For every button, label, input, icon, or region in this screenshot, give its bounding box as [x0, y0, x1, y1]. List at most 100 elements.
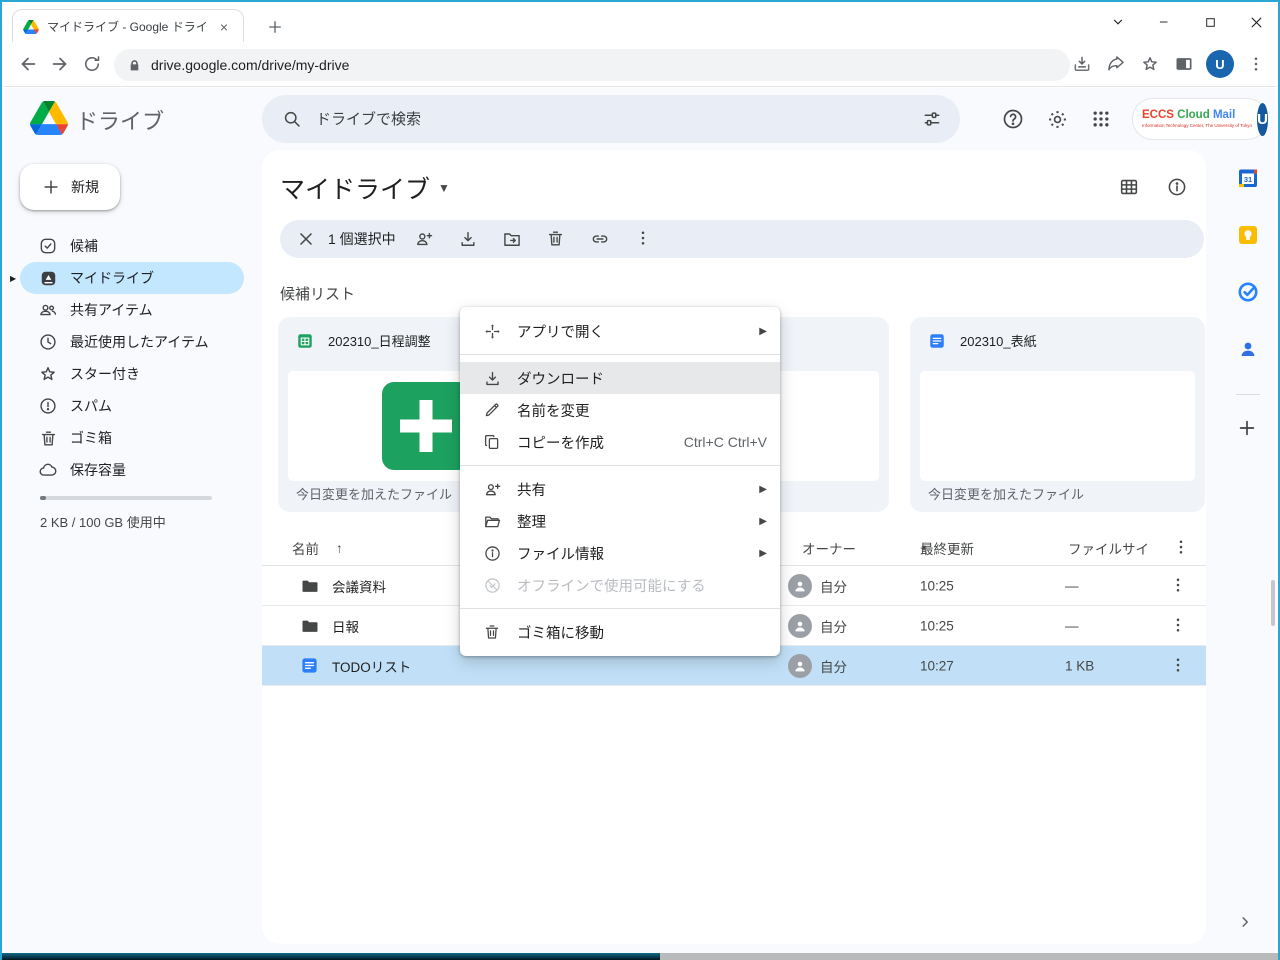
address-bar[interactable]: drive.google.com/drive/my-drive: [114, 49, 1070, 81]
menu-item-label: 共有: [517, 479, 546, 500]
window-minimize-button[interactable]: [1154, 12, 1174, 32]
side-panel-icon[interactable]: [1172, 52, 1196, 76]
owner-avatar-icon: [788, 614, 812, 638]
new-tab-button[interactable]: [262, 14, 288, 40]
search-icon[interactable]: [282, 109, 302, 129]
copy-link-icon[interactable]: [590, 229, 610, 249]
page-title[interactable]: マイドライブ: [280, 170, 430, 206]
scrollbar-thumb[interactable]: [1271, 580, 1275, 626]
sidebar-item-label: ゴミ箱: [70, 428, 112, 448]
sidebar-item-shared[interactable]: 共有アイテム: [20, 294, 244, 326]
menu-item-offline: オフラインで使用可能にする: [460, 569, 780, 601]
drive-logo-icon: [30, 101, 68, 135]
column-name[interactable]: 名前: [292, 538, 319, 558]
sidebar-item-trash[interactable]: ゴミ箱: [20, 422, 244, 454]
download-page-icon[interactable]: [1070, 52, 1094, 76]
menu-item-organize[interactable]: 整理 ▶: [460, 505, 780, 537]
info-icon: [482, 543, 502, 563]
tab-close-icon[interactable]: ×: [215, 18, 233, 36]
badge-word-eccs: ECCS: [1142, 109, 1174, 121]
search-options-tune-icon[interactable]: [922, 109, 942, 129]
sidebar-item-recent[interactable]: 最近使用したアイテム: [20, 326, 244, 358]
sidebar-item-my-drive[interactable]: ▶ マイドライブ: [20, 262, 244, 294]
new-button[interactable]: 新規: [20, 164, 120, 210]
storage-text: 2 KB / 100 GB 使用中: [40, 512, 166, 531]
keep-icon[interactable]: [1236, 223, 1260, 247]
search-input[interactable]: [316, 111, 908, 128]
more-actions-kebab-icon[interactable]: [634, 229, 654, 249]
menu-item-move-to-trash[interactable]: ゴミ箱に移動: [460, 616, 780, 648]
grid-view-toggle-icon[interactable]: [1118, 176, 1142, 200]
tasks-icon[interactable]: [1236, 280, 1260, 304]
sidebar-item-suggestions[interactable]: 候補: [20, 230, 244, 262]
clock-icon: [38, 332, 58, 352]
refresh-button[interactable]: [80, 52, 104, 76]
forward-button[interactable]: [48, 52, 72, 76]
menu-item-make-copy[interactable]: コピーを作成 Ctrl+C Ctrl+V: [460, 426, 780, 458]
companion-divider: [1236, 394, 1260, 395]
card-caption: 今日変更を加えたファイル: [928, 484, 1084, 503]
tab-search-chevron-icon[interactable]: [1108, 12, 1128, 32]
row-kebab-icon[interactable]: [1169, 656, 1189, 676]
add-addon-plus-icon[interactable]: [1236, 417, 1260, 441]
search-bar[interactable]: [262, 95, 960, 143]
menu-item-file-info[interactable]: ファイル情報 ▶: [460, 537, 780, 569]
column-size[interactable]: ファイルサイ: [1068, 538, 1149, 558]
table-options-kebab-icon[interactable]: [1172, 538, 1192, 558]
browser-profile-avatar[interactable]: U: [1206, 50, 1234, 78]
sidebar-item-storage[interactable]: 保存容量: [20, 454, 244, 486]
back-button[interactable]: [16, 52, 40, 76]
hide-panel-chevron-icon[interactable]: [1236, 913, 1254, 931]
account-pill[interactable]: ECCS Cloud Mail Information Technology C…: [1132, 98, 1268, 140]
sidebar-item-spam[interactable]: スパム: [20, 390, 244, 422]
menu-item-rename[interactable]: 名前を変更: [460, 394, 780, 426]
browser-tab[interactable]: マイドライブ - Google ドライブ ×: [12, 9, 244, 43]
card-file-name: 202310_日程調整: [328, 331, 431, 350]
submenu-arrow-icon: ▶: [759, 516, 767, 527]
download-icon: [482, 368, 502, 388]
row-size: —: [1065, 578, 1079, 593]
folder-icon: [300, 576, 320, 596]
row-kebab-icon[interactable]: [1169, 576, 1189, 596]
clear-selection-icon[interactable]: [296, 229, 316, 249]
sidebar-item-starred[interactable]: スター付き: [20, 358, 244, 390]
star-icon: [38, 364, 58, 384]
sort-descending-icon: ▼: [920, 544, 928, 553]
sort-ascending-icon[interactable]: ↑: [336, 541, 343, 556]
sheets-file-icon: [296, 332, 314, 350]
lock-icon: [128, 59, 141, 72]
window-close-button[interactable]: [1246, 12, 1266, 32]
menu-divider: [460, 354, 780, 355]
folder-open-icon: [482, 511, 502, 531]
share-person-add-icon[interactable]: [414, 229, 434, 249]
account-avatar[interactable]: U: [1257, 103, 1268, 136]
share-page-icon[interactable]: [1104, 52, 1128, 76]
menu-item-label: アプリで開く: [517, 321, 604, 342]
contacts-icon[interactable]: [1236, 337, 1260, 361]
menu-item-download[interactable]: ダウンロード: [460, 362, 780, 394]
settings-gear-icon[interactable]: [1045, 107, 1069, 131]
menu-item-open-with[interactable]: アプリで開く ▶: [460, 315, 780, 347]
row-kebab-icon[interactable]: [1169, 616, 1189, 636]
menu-item-share[interactable]: 共有 ▶: [460, 473, 780, 505]
details-info-icon[interactable]: [1166, 176, 1190, 200]
window-maximize-button[interactable]: [1200, 12, 1220, 32]
sidebar-item-label: 共有アイテム: [70, 300, 153, 320]
move-to-folder-icon[interactable]: [502, 229, 522, 249]
help-icon[interactable]: [1001, 107, 1025, 131]
svg-text:31: 31: [1244, 175, 1252, 184]
column-owner[interactable]: オーナー: [802, 538, 856, 558]
title-dropdown-caret-icon[interactable]: ▼: [438, 181, 450, 195]
storage-progress: [40, 496, 212, 500]
trash-icon[interactable]: [546, 229, 566, 249]
expand-caret-icon[interactable]: ▶: [10, 274, 16, 283]
plus-icon: [41, 177, 61, 197]
file-card-docs[interactable]: 202310_表紙 今日変更を加えたファイル: [910, 317, 1205, 512]
apps-grid-icon[interactable]: [1089, 107, 1113, 131]
calendar-icon[interactable]: 31: [1236, 166, 1260, 190]
docs-file-icon: [300, 656, 320, 676]
browser-menu-kebab-icon[interactable]: [1244, 52, 1268, 76]
bookmark-star-icon[interactable]: [1138, 52, 1162, 76]
menu-item-label: 名前を変更: [517, 400, 590, 421]
download-icon[interactable]: [458, 229, 478, 249]
